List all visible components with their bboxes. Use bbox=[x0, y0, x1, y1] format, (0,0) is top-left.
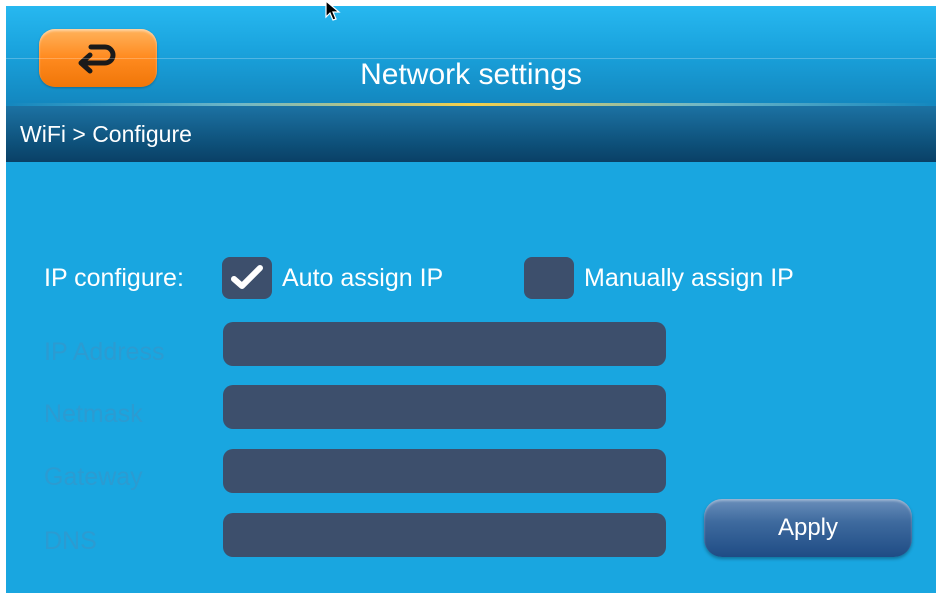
network-settings-screen: Network settings WiFi > Configure IP con… bbox=[6, 6, 936, 593]
ip-configure-label: IP configure: bbox=[44, 264, 184, 292]
header-bar: Network settings bbox=[6, 6, 936, 104]
mouse-cursor-icon bbox=[325, 0, 341, 21]
breadcrumb: WiFi > Configure bbox=[20, 121, 192, 147]
gateway-input[interactable] bbox=[223, 449, 666, 493]
page-title: Network settings bbox=[360, 58, 582, 91]
dns-label: DNS bbox=[44, 527, 97, 555]
manual-assign-label[interactable]: Manually assign IP bbox=[584, 263, 794, 293]
auto-assign-label[interactable]: Auto assign IP bbox=[282, 263, 443, 293]
netmask-input[interactable] bbox=[223, 385, 666, 429]
manual-assign-checkbox[interactable] bbox=[524, 257, 574, 299]
auto-assign-checkbox[interactable] bbox=[222, 257, 272, 299]
netmask-label: Netmask bbox=[44, 400, 143, 428]
breadcrumb-bar: WiFi > Configure bbox=[6, 106, 936, 162]
apply-button[interactable]: Apply bbox=[704, 499, 912, 557]
ip-address-label: IP Address bbox=[44, 338, 165, 366]
ip-address-input[interactable] bbox=[223, 322, 666, 366]
checkmark-icon bbox=[231, 265, 263, 289]
gateway-label: Gateway bbox=[44, 463, 143, 491]
dns-input[interactable] bbox=[223, 513, 666, 557]
